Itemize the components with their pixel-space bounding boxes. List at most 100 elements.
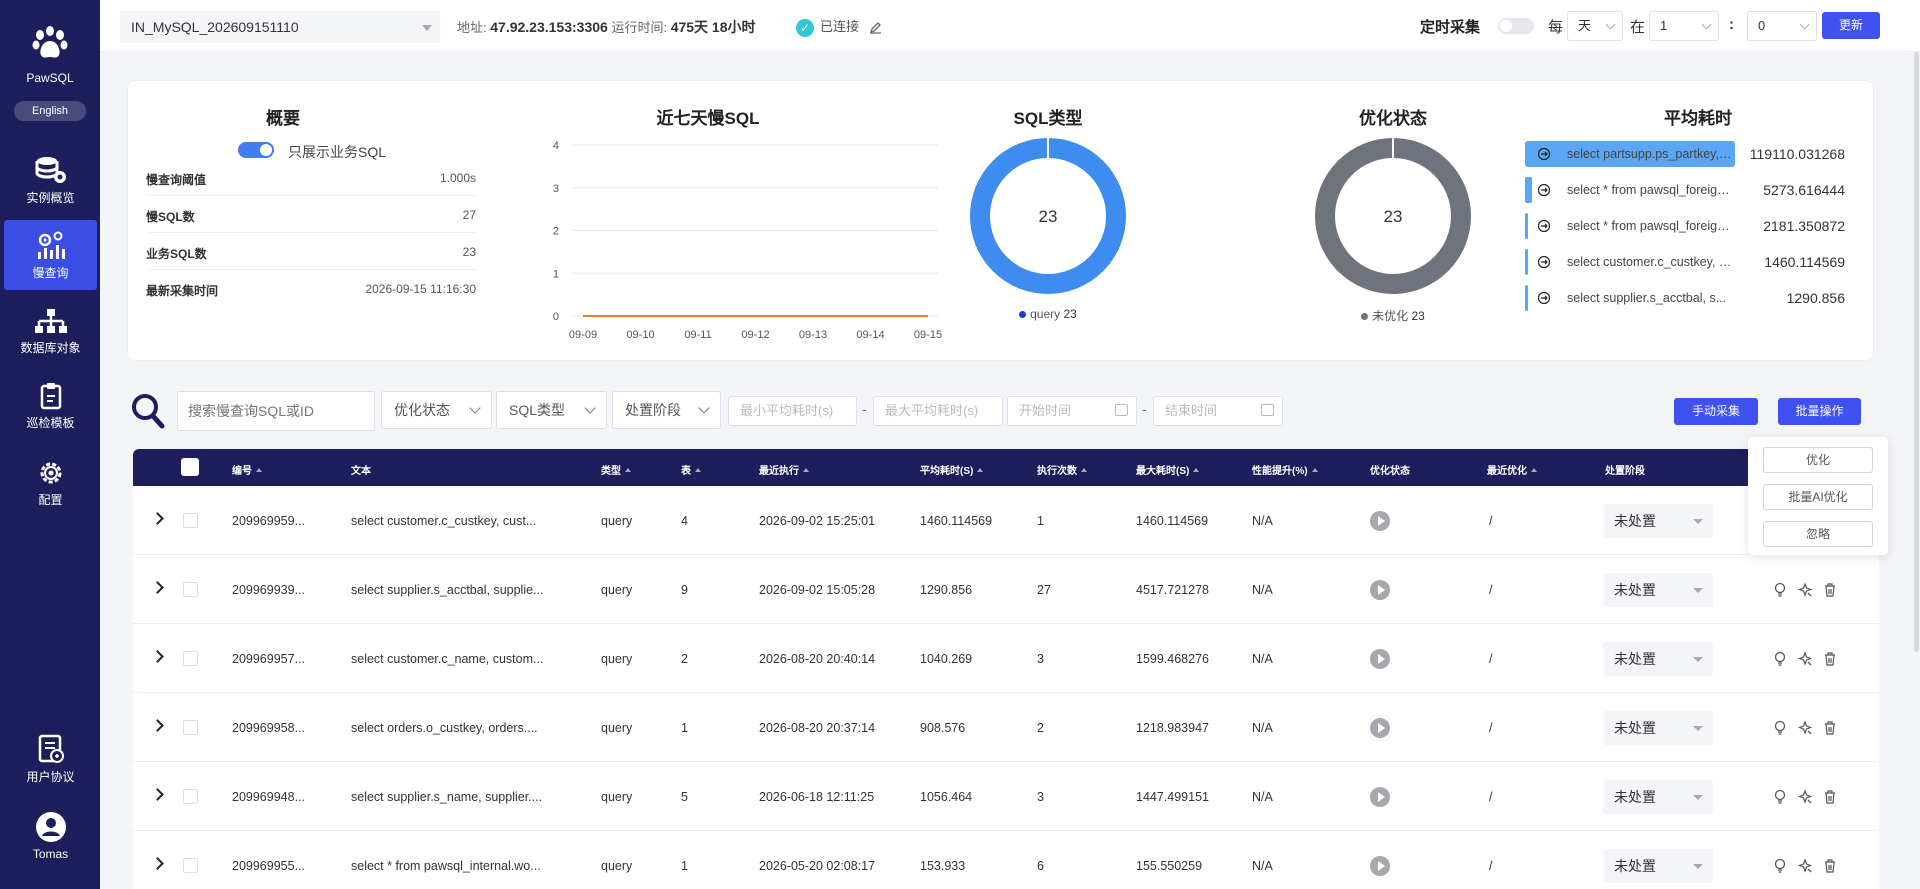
stage-select[interactable]: 未处置 <box>1603 573 1713 607</box>
row-checkbox[interactable] <box>183 789 198 804</box>
ai-optimize-icon[interactable] <box>1797 720 1813 739</box>
col-count[interactable]: 执行次数 <box>1037 462 1087 477</box>
search-input[interactable] <box>177 391 375 431</box>
end-time-input[interactable]: 结束时间 <box>1153 396 1283 426</box>
batch-ignore-button[interactable]: 忽略 <box>1763 521 1873 547</box>
col-tables[interactable]: 表 <box>681 462 701 477</box>
col-avg[interactable]: 平均耗时(S) <box>920 462 984 477</box>
update-button[interactable]: 更新 <box>1822 12 1880 39</box>
nav-user-profile[interactable]: Tomas <box>4 801 97 871</box>
schedule-toggle[interactable] <box>1498 18 1534 34</box>
calendar-icon <box>1115 404 1128 416</box>
ai-optimize-icon[interactable] <box>1797 582 1813 601</box>
trash-icon[interactable] <box>1823 858 1837 877</box>
col-type[interactable]: 类型 <box>601 462 631 477</box>
expand-chevron-icon[interactable] <box>151 650 164 663</box>
col-perf[interactable]: 性能提升(%) <box>1252 462 1318 477</box>
hour-select[interactable]: 1 <box>1649 11 1719 41</box>
chevron-down-icon <box>1799 19 1810 30</box>
cell-tables: 9 <box>681 583 688 597</box>
col-max[interactable]: 最大耗时(S) <box>1136 462 1200 477</box>
table-row[interactable]: 209969939... select supplier.s_acctbal, s… <box>133 555 1879 624</box>
batch-optimize-button[interactable]: 优化 <box>1763 447 1873 473</box>
row-checkbox[interactable] <box>183 582 198 597</box>
instance-select[interactable]: IN_MySQL_202609151110 <box>120 11 440 43</box>
avg-time-row[interactable]: select customer.c_custkey, c... 1460.1145… <box>1525 249 1865 275</box>
play-circle-icon[interactable] <box>1370 718 1390 738</box>
min-avg-input[interactable]: 最小平均耗时(s) <box>728 396 857 426</box>
row-checkbox[interactable] <box>183 858 198 873</box>
stage-select[interactable]: 未处置 <box>1603 780 1713 814</box>
table-row[interactable]: 209969958... select orders.o_custkey, ord… <box>133 693 1879 762</box>
overview-row: 慢SQL数 27 <box>146 196 476 233</box>
business-sql-switch[interactable] <box>238 142 274 158</box>
trash-icon[interactable] <box>1823 789 1837 808</box>
manual-collect-button[interactable]: 手动采集 <box>1674 398 1758 425</box>
avg-time-sql-text: select customer.c_custkey, c... <box>1567 255 1732 269</box>
ai-optimize-icon[interactable] <box>1797 789 1813 808</box>
table-row[interactable]: 209969948... select supplier.s_name, supp… <box>133 762 1879 831</box>
nav-user-agreement[interactable]: 用户协议 <box>4 724 97 794</box>
table-row[interactable]: 209969959... select customer.c_custkey, c… <box>133 486 1879 555</box>
expand-chevron-icon[interactable] <box>151 512 164 525</box>
play-circle-icon[interactable] <box>1370 649 1390 669</box>
col-last-exec[interactable]: 最近执行 <box>759 462 809 477</box>
expand-chevron-icon[interactable] <box>151 857 164 870</box>
nav-settings[interactable]: 配置 <box>4 449 97 519</box>
col-id[interactable]: 编号 <box>232 462 262 477</box>
play-circle-icon[interactable] <box>1370 787 1390 807</box>
avg-time-row[interactable]: select * from pawsql_foreign... 5273.6164… <box>1525 177 1865 203</box>
brand[interactable]: PawSQL <box>0 24 100 85</box>
lightbulb-icon[interactable] <box>1773 582 1787 601</box>
unit-select[interactable]: 天 <box>1567 11 1623 41</box>
row-checkbox[interactable] <box>183 720 198 735</box>
expand-chevron-icon[interactable] <box>151 719 164 732</box>
avg-time-row[interactable]: select partsupp.ps_partkey, ... 119110.03… <box>1525 141 1865 167</box>
nav-instance-overview[interactable]: 实例概览 <box>4 145 97 215</box>
trash-icon[interactable] <box>1823 651 1837 670</box>
avg-time-row[interactable]: select supplier.s_acctbal, s... 1290.856 <box>1525 285 1865 311</box>
lightbulb-icon[interactable] <box>1773 789 1787 808</box>
minute-select[interactable]: 0 <box>1747 11 1817 41</box>
sql-type-filter[interactable]: SQL类型 <box>496 391 607 429</box>
expand-chevron-icon[interactable] <box>151 788 164 801</box>
cell-perf: N/A <box>1252 859 1273 873</box>
stage-select[interactable]: 未处置 <box>1603 504 1713 538</box>
max-avg-input[interactable]: 最大平均耗时(s) <box>873 396 1003 426</box>
batch-ai-optimize-button[interactable]: 批量AI优化 <box>1763 484 1873 510</box>
start-time-input[interactable]: 开始时间 <box>1007 396 1137 426</box>
table-row[interactable]: 209969955... select * from pawsql_interna… <box>133 831 1879 889</box>
search-icon[interactable] <box>130 392 166 430</box>
ai-optimize-icon[interactable] <box>1797 858 1813 877</box>
lightbulb-icon[interactable] <box>1773 720 1787 739</box>
batch-operation-button[interactable]: 批量操作 <box>1778 398 1861 425</box>
play-circle-icon[interactable] <box>1370 580 1390 600</box>
stage-filter[interactable]: 处置阶段 <box>612 391 721 429</box>
row-checkbox[interactable] <box>183 651 198 666</box>
trash-icon[interactable] <box>1823 720 1837 739</box>
language-button[interactable]: English <box>14 101 86 121</box>
lightbulb-icon[interactable] <box>1773 858 1787 877</box>
col-last-opt[interactable]: 最近优化 <box>1487 462 1537 477</box>
stage-select[interactable]: 未处置 <box>1603 711 1713 745</box>
sort-icon <box>1193 468 1200 472</box>
legend-name: query <box>1030 307 1061 321</box>
lightbulb-icon[interactable] <box>1773 651 1787 670</box>
avg-time-row[interactable]: select * from pawsql_foreign... 2181.3508… <box>1525 213 1865 239</box>
trash-icon[interactable] <box>1823 582 1837 601</box>
table-row[interactable]: 209969957... select customer.c_name, cust… <box>133 624 1879 693</box>
opt-status-filter[interactable]: 优化状态 <box>381 391 492 429</box>
stage-select[interactable]: 未处置 <box>1603 642 1713 676</box>
row-checkbox[interactable] <box>183 513 198 528</box>
expand-chevron-icon[interactable] <box>151 581 164 594</box>
stage-select[interactable]: 未处置 <box>1603 849 1713 883</box>
page-scrollbar[interactable] <box>1914 52 1919 652</box>
ai-optimize-icon[interactable] <box>1797 651 1813 670</box>
play-circle-icon[interactable] <box>1370 511 1390 531</box>
nav-db-objects[interactable]: 数据库对象 <box>4 297 97 367</box>
nav-slow-query[interactable]: 慢查询 <box>4 220 97 290</box>
play-circle-icon[interactable] <box>1370 856 1390 876</box>
nav-inspection-template[interactable]: 巡检模板 <box>4 372 97 442</box>
select-all-checkbox[interactable] <box>181 458 199 476</box>
edit-icon[interactable] <box>869 21 882 34</box>
